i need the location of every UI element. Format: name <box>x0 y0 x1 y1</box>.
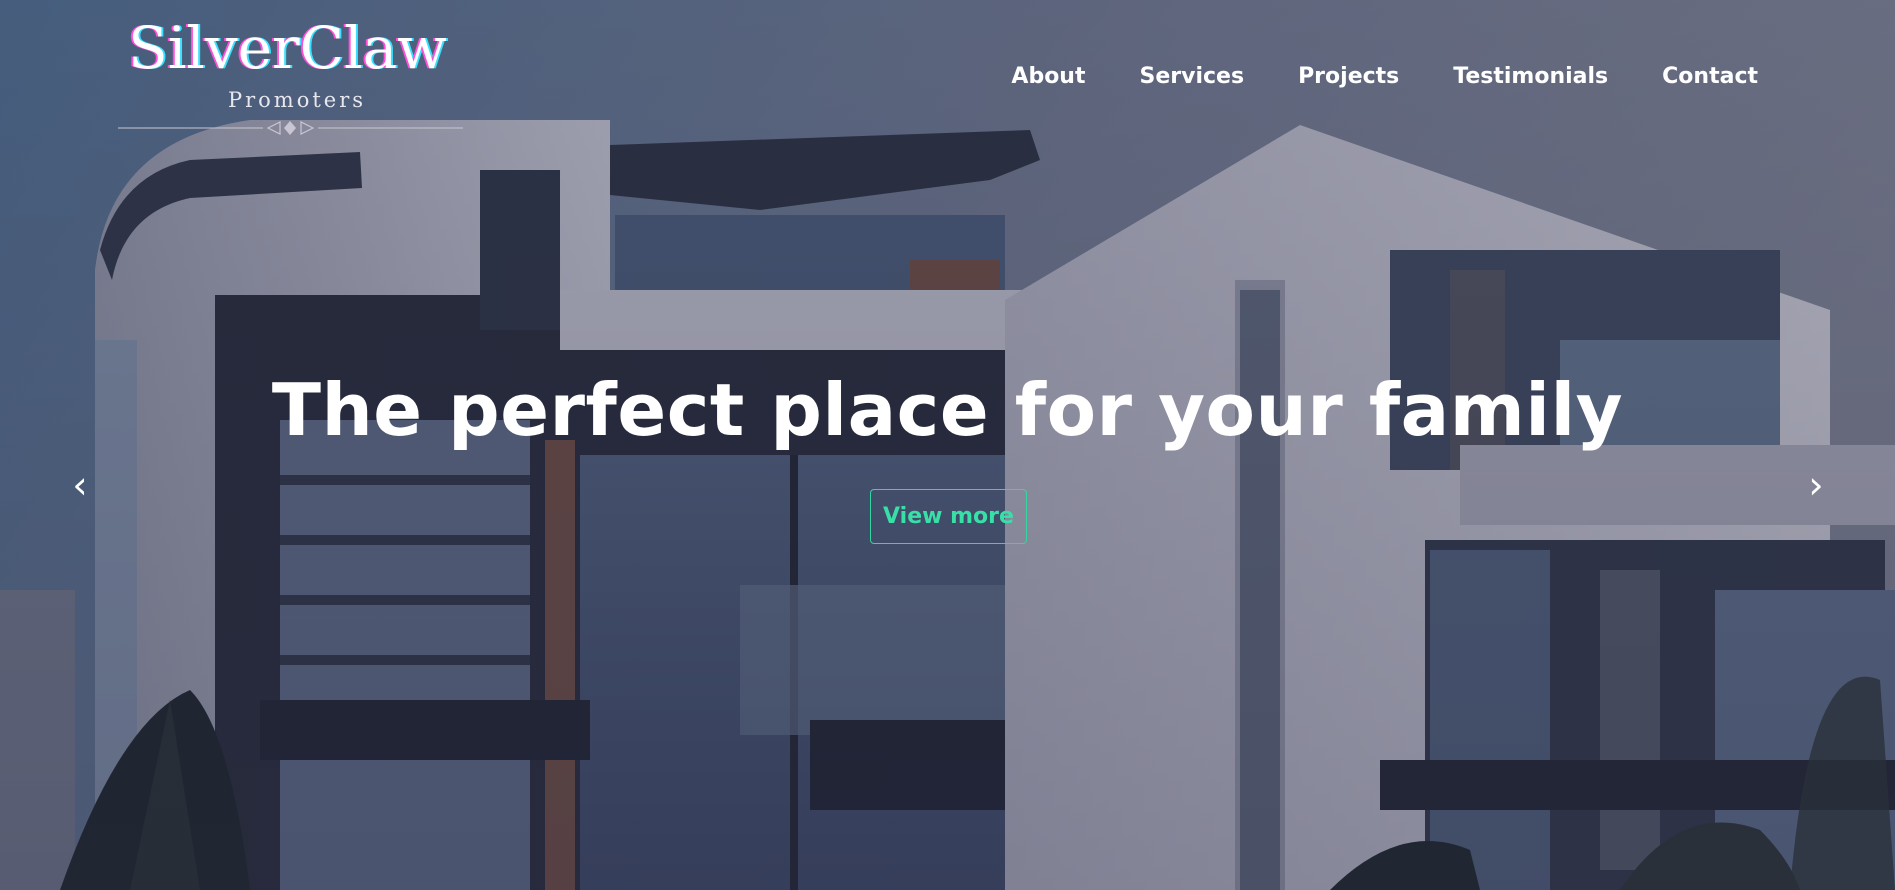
nav-link-contact[interactable]: Contact <box>1662 64 1758 89</box>
carousel-next-icon[interactable]: › <box>1796 460 1836 510</box>
hero-carousel: SilverClaw Promoters About Services Proj… <box>0 0 1895 890</box>
carousel-prev-icon[interactable]: ‹ <box>60 460 100 510</box>
brand-tagline: Promoters <box>228 88 367 112</box>
logo-ornament-divider <box>118 121 463 135</box>
nav-link-services[interactable]: Services <box>1140 64 1245 89</box>
brand-logo[interactable]: SilverClaw Promoters <box>118 14 468 135</box>
nav-link-about[interactable]: About <box>1011 64 1085 89</box>
nav-link-projects[interactable]: Projects <box>1298 64 1399 89</box>
hero-headline: The perfect place for your family <box>271 368 1624 452</box>
view-more-button[interactable]: View more <box>870 489 1027 544</box>
main-nav: About Services Projects Testimonials Con… <box>1011 64 1758 89</box>
brand-name: SilverClaw <box>128 14 447 82</box>
nav-link-testimonials[interactable]: Testimonials <box>1453 64 1608 89</box>
